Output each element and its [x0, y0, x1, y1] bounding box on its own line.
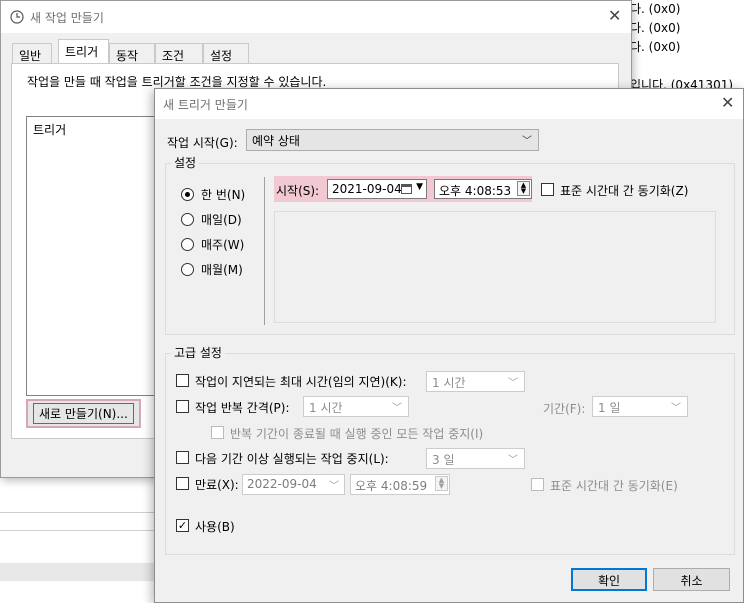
duration-value: 1 일 [598, 401, 621, 415]
repeat-checkbox[interactable] [176, 400, 189, 413]
duration-label: 기간(F): [543, 402, 586, 416]
time-spinner[interactable]: ▲ ▼ [435, 476, 448, 491]
stop-longer-label[interactable]: 다음 기간 이상 실행되는 작업 중지(L): [195, 450, 389, 467]
chevron-down-icon: ﹀ [392, 403, 402, 414]
tab-general[interactable]: 일반 [12, 43, 52, 65]
ok-button[interactable]: 확인 [571, 568, 647, 591]
tab-actions[interactable]: 동작 [109, 43, 155, 65]
expire-checkbox[interactable] [176, 477, 189, 490]
create-task-titlebar: 새 작업 만들기 ✕ [1, 1, 631, 33]
list-column-header[interactable]: 트리거 [33, 121, 66, 138]
background-log-line: 다. (0x0) [630, 21, 681, 35]
new-trigger-button-label: 새로 만들기(N)... [33, 403, 134, 424]
repeat-select[interactable]: 1 시간 ﹀ [303, 396, 409, 417]
schedule-options-box [274, 211, 716, 323]
stop-at-end-checkbox[interactable] [211, 426, 224, 439]
expire-time-field[interactable]: 오후 4:08:59 ▲ ▼ [350, 474, 450, 495]
begin-task-label: 작업 시작(G): [167, 136, 238, 150]
background-scrollbar[interactable] [0, 563, 154, 581]
expire-sync-label[interactable]: 표준 시간대 간 동기화(E) [550, 477, 678, 494]
daily-label[interactable]: 매일(D) [201, 211, 242, 228]
clock-icon [10, 10, 24, 24]
delay-checkbox[interactable] [176, 374, 189, 387]
calendar-icon [401, 184, 412, 194]
new-trigger-button[interactable]: 새로 만들기(N)... [26, 399, 141, 428]
duration-select[interactable]: 1 일 ﹀ [592, 396, 688, 417]
expire-date-value: 2022-09-04 [247, 477, 317, 491]
stop-longer-value: 3 일 [432, 453, 455, 467]
expire-time-value: 오후 4:08:59 [355, 479, 428, 493]
begin-task-select[interactable]: 예약 상태 ﹀ [246, 129, 539, 151]
repeat-value: 1 시간 [309, 401, 343, 415]
stop-at-end-label[interactable]: 반복 기간이 종료될 때 실행 중인 모든 작업 중지(I) [230, 425, 483, 442]
create-task-title: 새 작업 만들기 [30, 11, 104, 25]
expire-label[interactable]: 만료(X): [195, 476, 239, 493]
start-date-value: 2021-09-04 [332, 182, 402, 196]
weekly-radio[interactable] [181, 238, 194, 251]
background-log-line: 다. (0x0) [630, 40, 681, 54]
sync-timezone-checkbox[interactable] [541, 183, 554, 196]
new-trigger-title: 새 트리거 만들기 [163, 98, 248, 112]
daily-radio[interactable] [181, 213, 194, 226]
stop-longer-checkbox[interactable] [176, 451, 189, 464]
enabled-checkbox[interactable]: ✓ [176, 519, 189, 532]
tab-conditions[interactable]: 조건 [155, 43, 203, 65]
expire-date-picker[interactable]: 2022-09-04 ﹀ [242, 474, 345, 495]
weekly-label[interactable]: 매주(W) [201, 236, 244, 253]
background-log-line: 다. (0x0) [630, 2, 681, 16]
chevron-down-icon: ﹀ [329, 481, 339, 492]
settings-divider [264, 177, 265, 325]
sync-timezone-label[interactable]: 표준 시간대 간 동기화(Z) [560, 182, 688, 199]
chevron-down-icon: ﹀ [508, 455, 518, 466]
settings-legend: 설정 [171, 154, 200, 171]
advanced-settings-legend: 고급 설정 [171, 344, 225, 361]
begin-task-value: 예약 상태 [252, 134, 300, 148]
tab-triggers[interactable]: 트리거 [58, 39, 109, 63]
stop-longer-select[interactable]: 3 일 ﹀ [426, 448, 525, 469]
delay-label[interactable]: 작업이 지연되는 최대 시간(임의 지연)(K): [195, 373, 407, 390]
chevron-down-icon: ﹀ [671, 403, 681, 414]
expire-sync-checkbox[interactable] [531, 478, 544, 491]
start-time-field[interactable]: 오후 4:08:53 ▲ ▼ [434, 179, 532, 199]
delay-select[interactable]: 1 시간 ﹀ [426, 371, 525, 392]
start-date-picker[interactable]: 2021-09-04 ▼ [327, 179, 427, 199]
start-label: 시작(S): [276, 184, 320, 198]
delay-value: 1 시간 [432, 376, 466, 390]
once-radio[interactable] [181, 188, 194, 201]
new-trigger-titlebar: 새 트리거 만들기 ✕ [155, 89, 743, 119]
enabled-label[interactable]: 사용(B) [195, 518, 235, 535]
cancel-button[interactable]: 취소 [653, 568, 730, 591]
chevron-down-icon: ﹀ [508, 378, 518, 389]
close-icon[interactable]: ✕ [721, 93, 734, 112]
tab-settings[interactable]: 설정 [203, 43, 249, 65]
monthly-radio[interactable] [181, 263, 194, 276]
time-spinner[interactable]: ▲ ▼ [517, 181, 530, 196]
start-time-value: 오후 4:08:53 [439, 184, 512, 198]
background-divider [0, 512, 154, 513]
close-icon[interactable]: ✕ [608, 6, 621, 25]
repeat-label[interactable]: 작업 반복 간격(P): [195, 399, 290, 416]
background-divider [0, 530, 154, 531]
triggers-list[interactable]: 트리거 [26, 116, 166, 396]
once-label[interactable]: 한 번(N) [201, 186, 245, 203]
monthly-label[interactable]: 매월(M) [201, 261, 243, 278]
new-trigger-dialog: 새 트리거 만들기 ✕ 작업 시작(G): 예약 상태 ﹀ 설정 한 번(N) … [154, 88, 744, 603]
chevron-down-icon: ﹀ [522, 136, 532, 147]
chevron-down-icon: ▼ [416, 182, 423, 192]
